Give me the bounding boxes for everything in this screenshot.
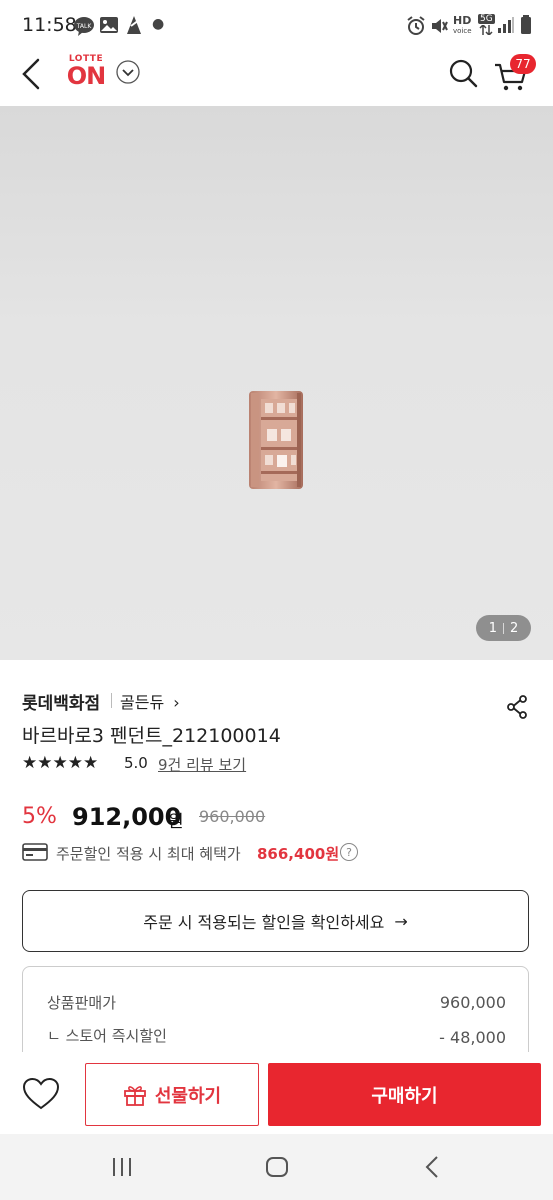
help-icon[interactable]: ? — [340, 843, 358, 861]
rating-value: 5.0 — [124, 754, 148, 772]
store-link[interactable]: 골든듀 › — [120, 689, 180, 713]
card-icon — [22, 843, 48, 861]
heart-icon[interactable] — [22, 1077, 60, 1111]
breakdown-row-label: 상품판매가 — [47, 994, 117, 1012]
brand-divider — [111, 693, 112, 708]
benefit-label: 주문할인 적용 시 최대 혜택가 — [56, 845, 241, 863]
benefit-amount: 866,400원 — [257, 845, 340, 863]
back-icon[interactable] — [424, 1155, 440, 1179]
status-bar: 11:58 TALK ● HD voice 5G — [0, 0, 553, 52]
gift-icon — [123, 1085, 146, 1106]
gift-label: 선물하기 — [154, 1085, 222, 1107]
pager-total: 2 — [510, 620, 519, 636]
reviews-link[interactable]: 9건 리뷰 보기 — [158, 754, 246, 775]
home-icon[interactable] — [265, 1156, 289, 1178]
app-notification-icon — [127, 16, 141, 34]
store-name: 골든듀 — [120, 693, 165, 712]
image-pager: 1 2 — [476, 615, 531, 641]
status-time: 11:58 — [22, 14, 77, 36]
breakdown-row-value: - 48,000 — [439, 1028, 506, 1047]
hd-label: HD — [453, 14, 472, 27]
share-icon[interactable] — [505, 694, 529, 720]
app-header: LOTTE ON 77 — [0, 52, 553, 106]
rating-stars-icon: ★★★★★ — [22, 753, 99, 773]
product-image — [249, 391, 303, 489]
logo-main-text: ON — [66, 62, 107, 90]
pager-current: 1 — [488, 620, 497, 636]
alarm-icon — [407, 16, 425, 35]
sale-price: 912,000 — [72, 803, 182, 831]
lotte-on-logo[interactable]: LOTTE ON — [65, 54, 107, 88]
product-image-gallery[interactable]: 1 2 — [0, 106, 553, 660]
store-chevron-icon: › — [173, 693, 180, 712]
back-arrow-icon[interactable] — [20, 58, 44, 90]
gallery-notification-icon — [100, 17, 118, 33]
breakdown-row-label: ㄴ 스토어 즉시할인 — [47, 1027, 167, 1045]
buy-button[interactable]: 구매하기 — [268, 1063, 541, 1126]
cart-count-badge: 77 — [510, 54, 536, 74]
svg-text:TALK: TALK — [76, 23, 93, 30]
gift-button[interactable]: 선물하기 — [85, 1063, 259, 1126]
check-discount-label: 주문 시 적용되는 할인을 확인하세요 — [143, 913, 385, 932]
breakdown-row-value: 960,000 — [439, 993, 506, 1012]
mute-icon — [432, 19, 448, 33]
pager-separator — [503, 622, 504, 634]
battery-icon — [521, 15, 531, 34]
price-currency: 원 — [168, 812, 184, 832]
voice-label: voice — [453, 27, 472, 35]
arrow-right-icon: → — [394, 911, 408, 931]
check-discount-button[interactable]: 주문 시 적용되는 할인을 확인하세요 → — [22, 890, 529, 952]
search-icon[interactable] — [448, 58, 478, 90]
talk-notification-icon: TALK — [74, 17, 94, 36]
data-arrows-icon — [479, 25, 493, 35]
brand-name[interactable]: 롯데백화점 — [22, 689, 100, 714]
original-price: 960,000 — [199, 807, 266, 826]
discount-rate: 5% — [22, 804, 57, 829]
recent-apps-icon[interactable] — [111, 1157, 133, 1177]
chevron-down-icon[interactable] — [116, 60, 140, 84]
product-title: 바르바로3 펜던트_212100014 — [22, 725, 281, 747]
signal-icon — [498, 17, 514, 33]
more-notifications-icon: ● — [152, 16, 165, 32]
system-nav-bar — [0, 1134, 553, 1200]
network-label: 5G — [478, 14, 495, 24]
